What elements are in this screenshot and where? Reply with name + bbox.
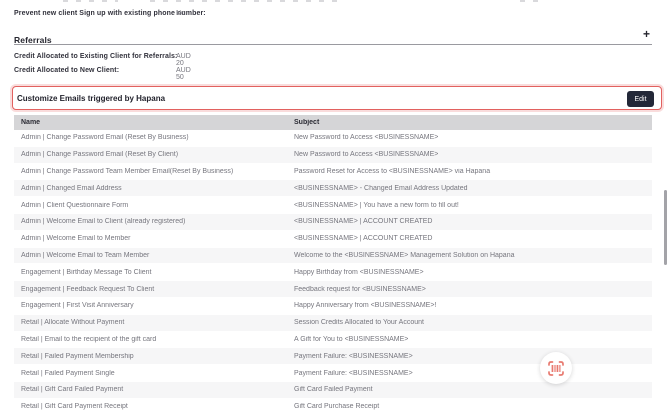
- prevent-signup-setting: Prevent new client Sign up with existing…: [14, 10, 206, 20]
- credit-new-client-value: AUD 50: [176, 67, 191, 81]
- email-subject-cell: Payment Failure: <BUSINESSNAME>: [287, 353, 652, 360]
- email-subject-cell: A Gift for You to <BUSINESSNAME>: [287, 336, 652, 343]
- email-name-cell: Retail | Gift Card Failed Payment: [14, 386, 287, 393]
- email-subject-cell: Happy Anniversary from <BUSINESSNAME>!: [287, 302, 652, 309]
- email-name-cell: Retail | Allocate Without Payment: [14, 319, 287, 326]
- email-subject-cell: <BUSINESSNAME> | You have a new form to …: [287, 202, 652, 209]
- email-name-cell: Admin | Change Password Email (Reset By …: [14, 134, 287, 141]
- table-row[interactable]: Admin | Changed Email Address <BUSINESSN…: [14, 180, 652, 197]
- credit-existing-client-value: AUD 20: [176, 53, 191, 67]
- plus-icon[interactable]: +: [643, 28, 650, 40]
- table-row[interactable]: Admin | Client Questionnaire Form <BUSIN…: [14, 197, 652, 214]
- prevent-signup-value: No: [176, 10, 185, 17]
- clipped-previous-row: [0, 0, 670, 3]
- settings-page: Prevent new client Sign up with existing…: [0, 0, 670, 416]
- email-subject-cell: Session Credits Allocated to Your Accoun…: [287, 319, 652, 326]
- email-name-cell: Admin | Welcome Email to Member: [14, 235, 287, 242]
- table-row[interactable]: Engagement | Feedback Request To Client …: [14, 281, 652, 298]
- email-subject-cell: New Password to Access <BUSINESSNAME>: [287, 134, 652, 141]
- email-name-cell: Admin | Welcome Email to Client (already…: [14, 218, 287, 225]
- table-row[interactable]: Retail | Allocate Without Payment Sessio…: [14, 315, 652, 332]
- table-row[interactable]: Admin | Change Password Email (Reset By …: [14, 130, 652, 147]
- table-row[interactable]: Admin | Welcome Email to Member <BUSINES…: [14, 231, 652, 248]
- email-name-cell: Admin | Welcome Email to Team Member: [14, 252, 287, 259]
- email-name-cell: Retail | Failed Payment Membership: [14, 353, 287, 360]
- email-subject-cell: <BUSINESSNAME> - Changed Email Address U…: [287, 185, 652, 192]
- table-row[interactable]: Retail | Gift Card Failed Payment Gift C…: [14, 382, 652, 399]
- email-subject-cell: <BUSINESSNAME> | ACCOUNT CREATED: [287, 235, 652, 242]
- table-row[interactable]: Admin | Change Password Email (Reset By …: [14, 147, 652, 164]
- credit-new-client-label: Credit Allocated to New Client:: [14, 67, 119, 74]
- column-header-subject: Subject: [287, 119, 652, 126]
- email-subject-cell: Gift Card Failed Payment: [287, 386, 652, 393]
- referrals-section-header: Referrals +: [14, 30, 652, 48]
- email-name-cell: Retail | Failed Payment Single: [14, 370, 287, 377]
- email-subject-cell: Feedback request for <BUSINESSNAME>: [287, 286, 652, 293]
- email-subject-cell: Gift Card Purchase Receipt: [287, 403, 652, 410]
- email-subject-cell: New Password to Access <BUSINESSNAME>: [287, 151, 652, 158]
- email-name-cell: Admin | Client Questionnaire Form: [14, 202, 287, 209]
- table-row[interactable]: Retail | Email to the recipient of the g…: [14, 332, 652, 349]
- table-row[interactable]: Admin | Welcome Email to Team Member Wel…: [14, 248, 652, 265]
- email-subject-cell: Welcome to the <BUSINESSNAME> Management…: [287, 252, 652, 259]
- email-name-cell: Engagement | First Visit Anniversary: [14, 302, 287, 309]
- email-name-cell: Admin | Change Password Email (Reset By …: [14, 151, 287, 158]
- email-subject-cell: Happy Birthday from <BUSINESSNAME>: [287, 269, 652, 276]
- email-name-cell: Engagement | Feedback Request To Client: [14, 286, 287, 293]
- email-subject-cell: Password Reset for Access to <BUSINESSNA…: [287, 168, 652, 175]
- scrollbar-thumb[interactable]: [664, 190, 667, 265]
- email-subject-cell: <BUSINESSNAME> | ACCOUNT CREATED: [287, 218, 652, 225]
- credit-existing-client-label: Credit Allocated to Existing Client for …: [14, 53, 177, 60]
- table-header-row: Name Subject: [14, 115, 652, 130]
- vertical-scrollbar: [662, 115, 670, 415]
- referrals-divider: [14, 44, 652, 45]
- barcode-scan-icon: [548, 361, 564, 376]
- column-header-name: Name: [14, 119, 287, 126]
- email-name-cell: Retail | Gift Card Payment Receipt: [14, 403, 287, 410]
- email-subject-cell: Payment Failure: <BUSINESSNAME>: [287, 370, 652, 377]
- customize-emails-section: Customize Emails triggered by Hapana Edi…: [12, 86, 662, 110]
- table-row[interactable]: Retail | Gift Card Payment Receipt Gift …: [14, 399, 652, 416]
- floating-scan-button[interactable]: [540, 352, 572, 384]
- email-name-cell: Admin | Changed Email Address: [14, 185, 287, 192]
- table-row[interactable]: Admin | Change Password Team Member Emai…: [14, 164, 652, 181]
- table-row[interactable]: Engagement | First Visit Anniversary Hap…: [14, 298, 652, 315]
- table-row[interactable]: Admin | Welcome Email to Client (already…: [14, 214, 652, 231]
- email-name-cell: Engagement | Birthday Message To Client: [14, 269, 287, 276]
- edit-button[interactable]: Edit: [627, 91, 654, 107]
- email-name-cell: Admin | Change Password Team Member Emai…: [14, 168, 287, 175]
- customize-emails-title: Customize Emails triggered by Hapana: [17, 94, 165, 103]
- table-row[interactable]: Engagement | Birthday Message To Client …: [14, 264, 652, 281]
- credit-existing-client-row: Credit Allocated to Existing Client for …: [14, 53, 177, 63]
- credit-new-client-row: Credit Allocated to New Client: AUD 50: [14, 67, 119, 77]
- email-name-cell: Retail | Email to the recipient of the g…: [14, 336, 287, 343]
